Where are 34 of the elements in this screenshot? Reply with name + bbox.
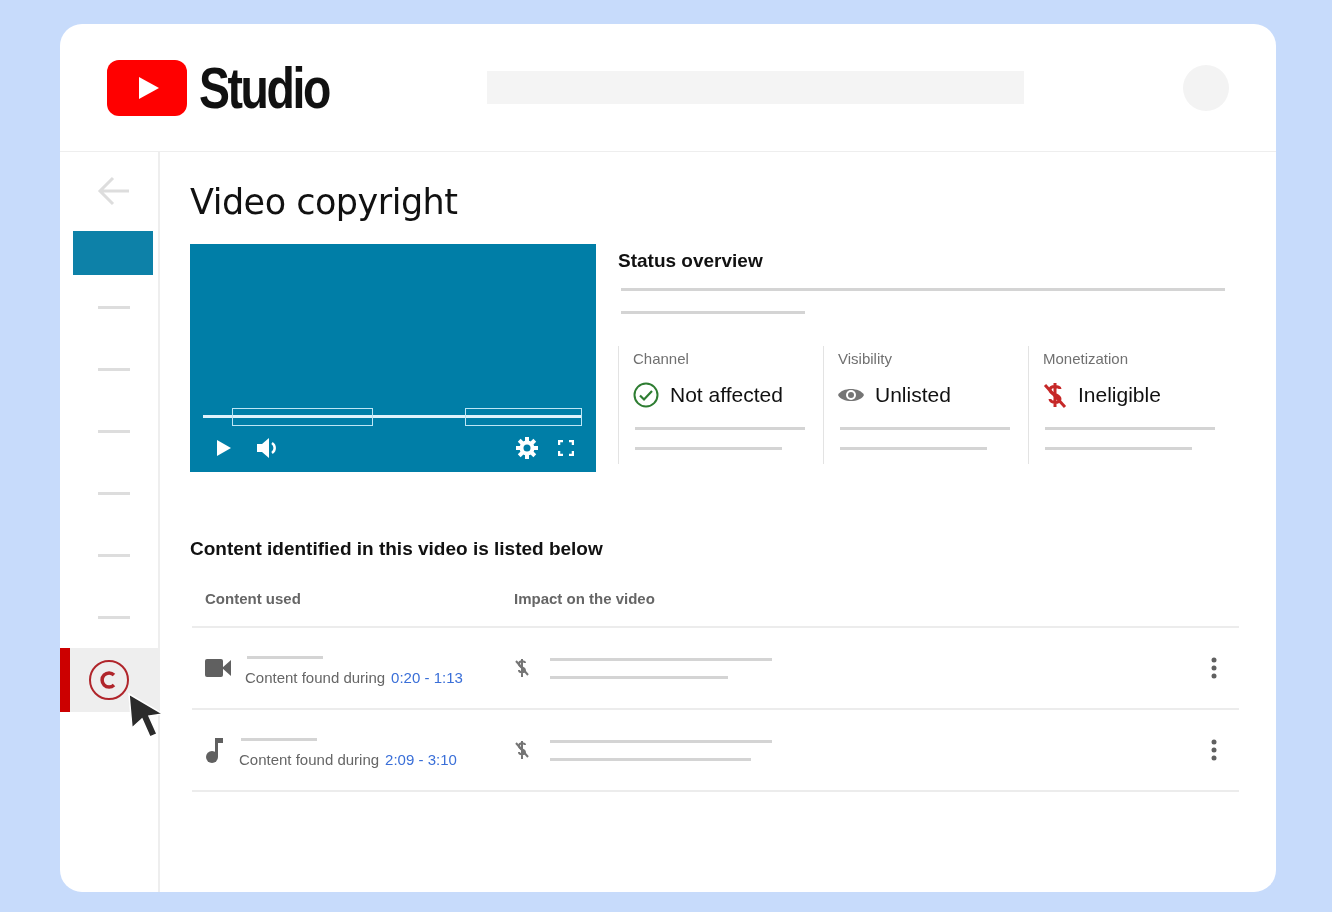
content-text: Content found during — [245, 669, 386, 686]
music-note-icon — [205, 737, 225, 763]
content-text: Content found during — [239, 751, 380, 768]
volume-icon[interactable] — [257, 438, 279, 458]
status-value: Unlisted — [875, 383, 951, 407]
settings-icon[interactable] — [516, 437, 538, 459]
no-money-icon — [1043, 381, 1067, 409]
time-range-link[interactable]: 2:09 - 3:10 — [385, 751, 457, 768]
status-label: Channel — [633, 350, 690, 367]
section-title: Content identified in this video is listed below — [190, 538, 604, 560]
status-label: Monetization — [1043, 350, 1130, 367]
fullscreen-icon[interactable] — [558, 440, 574, 456]
more-vert-icon — [1211, 739, 1217, 761]
video-camera-icon — [205, 659, 231, 677]
no-money-icon — [514, 740, 530, 760]
logo-text: Studio — [199, 54, 329, 121]
check-circle-icon — [633, 382, 659, 408]
column-header: Impact on the video — [514, 589, 655, 607]
no-money-icon — [514, 658, 530, 678]
page-title: Video copyright — [190, 182, 459, 222]
sidebar-item[interactable] — [60, 648, 158, 712]
status-value: Not affected — [670, 383, 783, 407]
back-arrow-icon[interactable] — [97, 176, 131, 206]
time-range-link[interactable]: 0:20 - 1:13 — [391, 669, 463, 686]
more-vert-icon — [1211, 657, 1217, 679]
eye-icon — [838, 386, 864, 404]
video-thumbnail[interactable] — [73, 231, 153, 275]
play-logo-icon — [107, 59, 187, 116]
section-title: Status overview — [618, 250, 764, 272]
play-icon[interactable] — [217, 440, 231, 456]
copyright-icon — [88, 659, 130, 701]
column-header: Content used — [204, 589, 302, 607]
status-value: Ineligible — [1078, 383, 1161, 407]
status-label: Visibility — [838, 350, 893, 367]
